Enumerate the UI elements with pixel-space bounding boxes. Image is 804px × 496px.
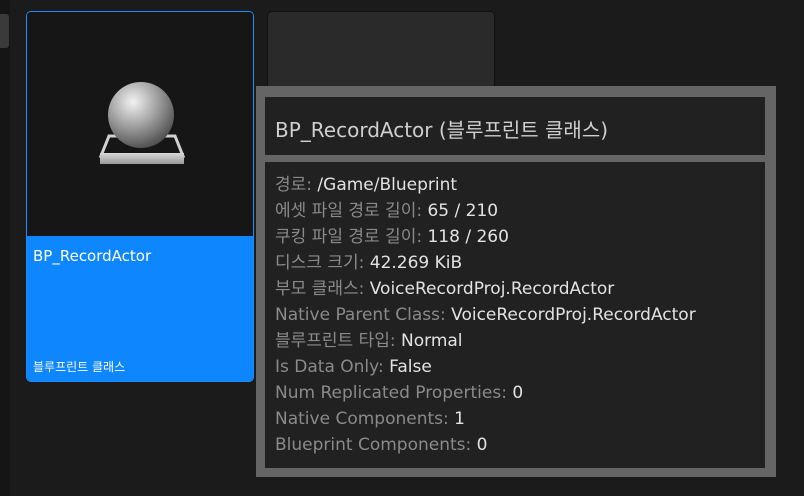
property-row: Native Components: 1 xyxy=(275,406,696,432)
property-value: 0 xyxy=(512,383,524,403)
property-value: Normal xyxy=(401,331,463,351)
property-label: Native Components: xyxy=(275,409,455,429)
property-value: 65 / 210 xyxy=(427,201,499,221)
tooltip-property-list: 경로: /Game/Blueprint 에셋 파일 경로 길이: 65 / 21… xyxy=(275,172,696,458)
tooltip-header: BP_RecordActor (블루프린트 클래스) xyxy=(265,97,765,155)
property-label: 에셋 파일 경로 길이: xyxy=(275,201,428,221)
property-label: 디스크 크기: xyxy=(275,253,370,273)
property-label: Native Parent Class: xyxy=(275,305,452,325)
property-row: 에셋 파일 경로 길이: 65 / 210 xyxy=(275,198,696,224)
property-row: Is Data Only: False xyxy=(275,354,696,380)
property-label: 경로: xyxy=(275,175,318,195)
property-label: Is Data Only: xyxy=(275,357,390,377)
property-row: 부모 클래스: VoiceRecordProj.RecordActor xyxy=(275,276,696,302)
property-value: /Game/Blueprint xyxy=(317,175,458,195)
asset-info-panel: BP_RecordActor 블루프린트 클래스 xyxy=(27,236,253,381)
property-row: 경로: /Game/Blueprint xyxy=(275,172,696,198)
property-label: 부모 클래스: xyxy=(275,279,370,299)
property-row: 디스크 크기: 42.269 KiB xyxy=(275,250,696,276)
asset-thumbnail xyxy=(27,12,253,236)
property-label: 블루프린트 타입: xyxy=(275,331,402,351)
property-value: 1 xyxy=(454,409,465,429)
asset-type-label: 블루프린트 클래스 xyxy=(33,360,126,374)
property-label: Num Replicated Properties: xyxy=(275,383,513,403)
asset-tile-secondary[interactable] xyxy=(268,12,494,92)
property-row: Native Parent Class: VoiceRecordProj.Rec… xyxy=(275,302,696,328)
property-row: Num Replicated Properties: 0 xyxy=(275,380,696,406)
property-row: 블루프린트 타입: Normal xyxy=(275,328,696,354)
property-value: VoiceRecordProj.RecordActor xyxy=(369,279,615,299)
asset-tile-bp-recordactor[interactable]: BP_RecordActor 블루프린트 클래스 xyxy=(27,12,253,381)
left-panel-tab[interactable] xyxy=(0,14,9,48)
property-label: Blueprint Components: xyxy=(275,435,477,455)
property-row: Blueprint Components: 0 xyxy=(275,432,696,458)
property-value: 0 xyxy=(476,435,488,455)
property-label: 쿠킹 파일 경로 길이: xyxy=(275,227,428,247)
sphere-on-pedestal-icon xyxy=(98,82,186,164)
property-value: VoiceRecordProj.RecordActor xyxy=(451,305,696,325)
left-panel-edge xyxy=(0,0,10,496)
tooltip-title: BP_RecordActor (블루프린트 클래스) xyxy=(275,118,609,142)
property-row: 쿠킹 파일 경로 길이: 118 / 260 xyxy=(275,224,696,250)
property-value: 42.269 KiB xyxy=(369,253,463,273)
property-value: 118 / 260 xyxy=(427,227,509,247)
asset-tooltip: BP_RecordActor (블루프린트 클래스) 경로: /Game/Blu… xyxy=(256,86,776,477)
tooltip-body: 경로: /Game/Blueprint 에셋 파일 경로 길이: 65 / 21… xyxy=(265,162,765,468)
property-value: False xyxy=(389,357,432,377)
asset-name: BP_RecordActor xyxy=(33,247,152,265)
